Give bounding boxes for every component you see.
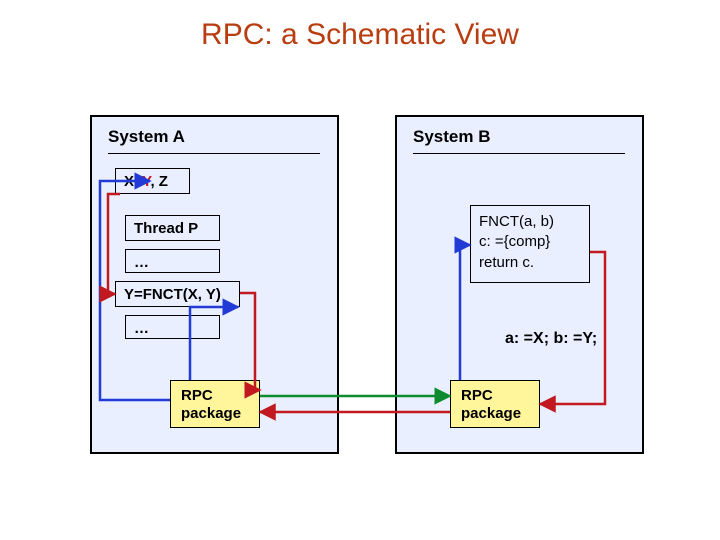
ellipsis-1: … (125, 249, 220, 273)
system-a-divider (108, 153, 320, 154)
vars-xyz-box: X, Y, Z (115, 168, 190, 194)
thread-p-box: Thread P (125, 215, 220, 241)
fnct-line-2: c: ={comp} (479, 232, 581, 252)
fnct-line-3: return c. (479, 253, 581, 273)
system-b-label: System B (413, 127, 490, 147)
ellipsis-2: … (125, 315, 220, 339)
assign-text: a: =X; b: =Y; (505, 330, 597, 348)
var-y: Y (138, 173, 150, 190)
var-x: X, (124, 173, 138, 190)
rpc-package-b: RPC package (450, 380, 540, 428)
diagram-stage: RPC: a Schematic View System A System B … (0, 0, 720, 540)
page-title: RPC: a Schematic View (0, 18, 720, 52)
system-a-label: System A (108, 127, 185, 147)
fnct-body-box: FNCT(a, b) c: ={comp} return c. (470, 205, 590, 283)
fnct-call-box: Y=FNCT(X, Y) (115, 281, 240, 307)
fnct-line-1: FNCT(a, b) (479, 212, 581, 232)
system-b-divider (413, 153, 625, 154)
var-z: , Z (150, 173, 168, 190)
rpc-package-a: RPC package (170, 380, 260, 428)
